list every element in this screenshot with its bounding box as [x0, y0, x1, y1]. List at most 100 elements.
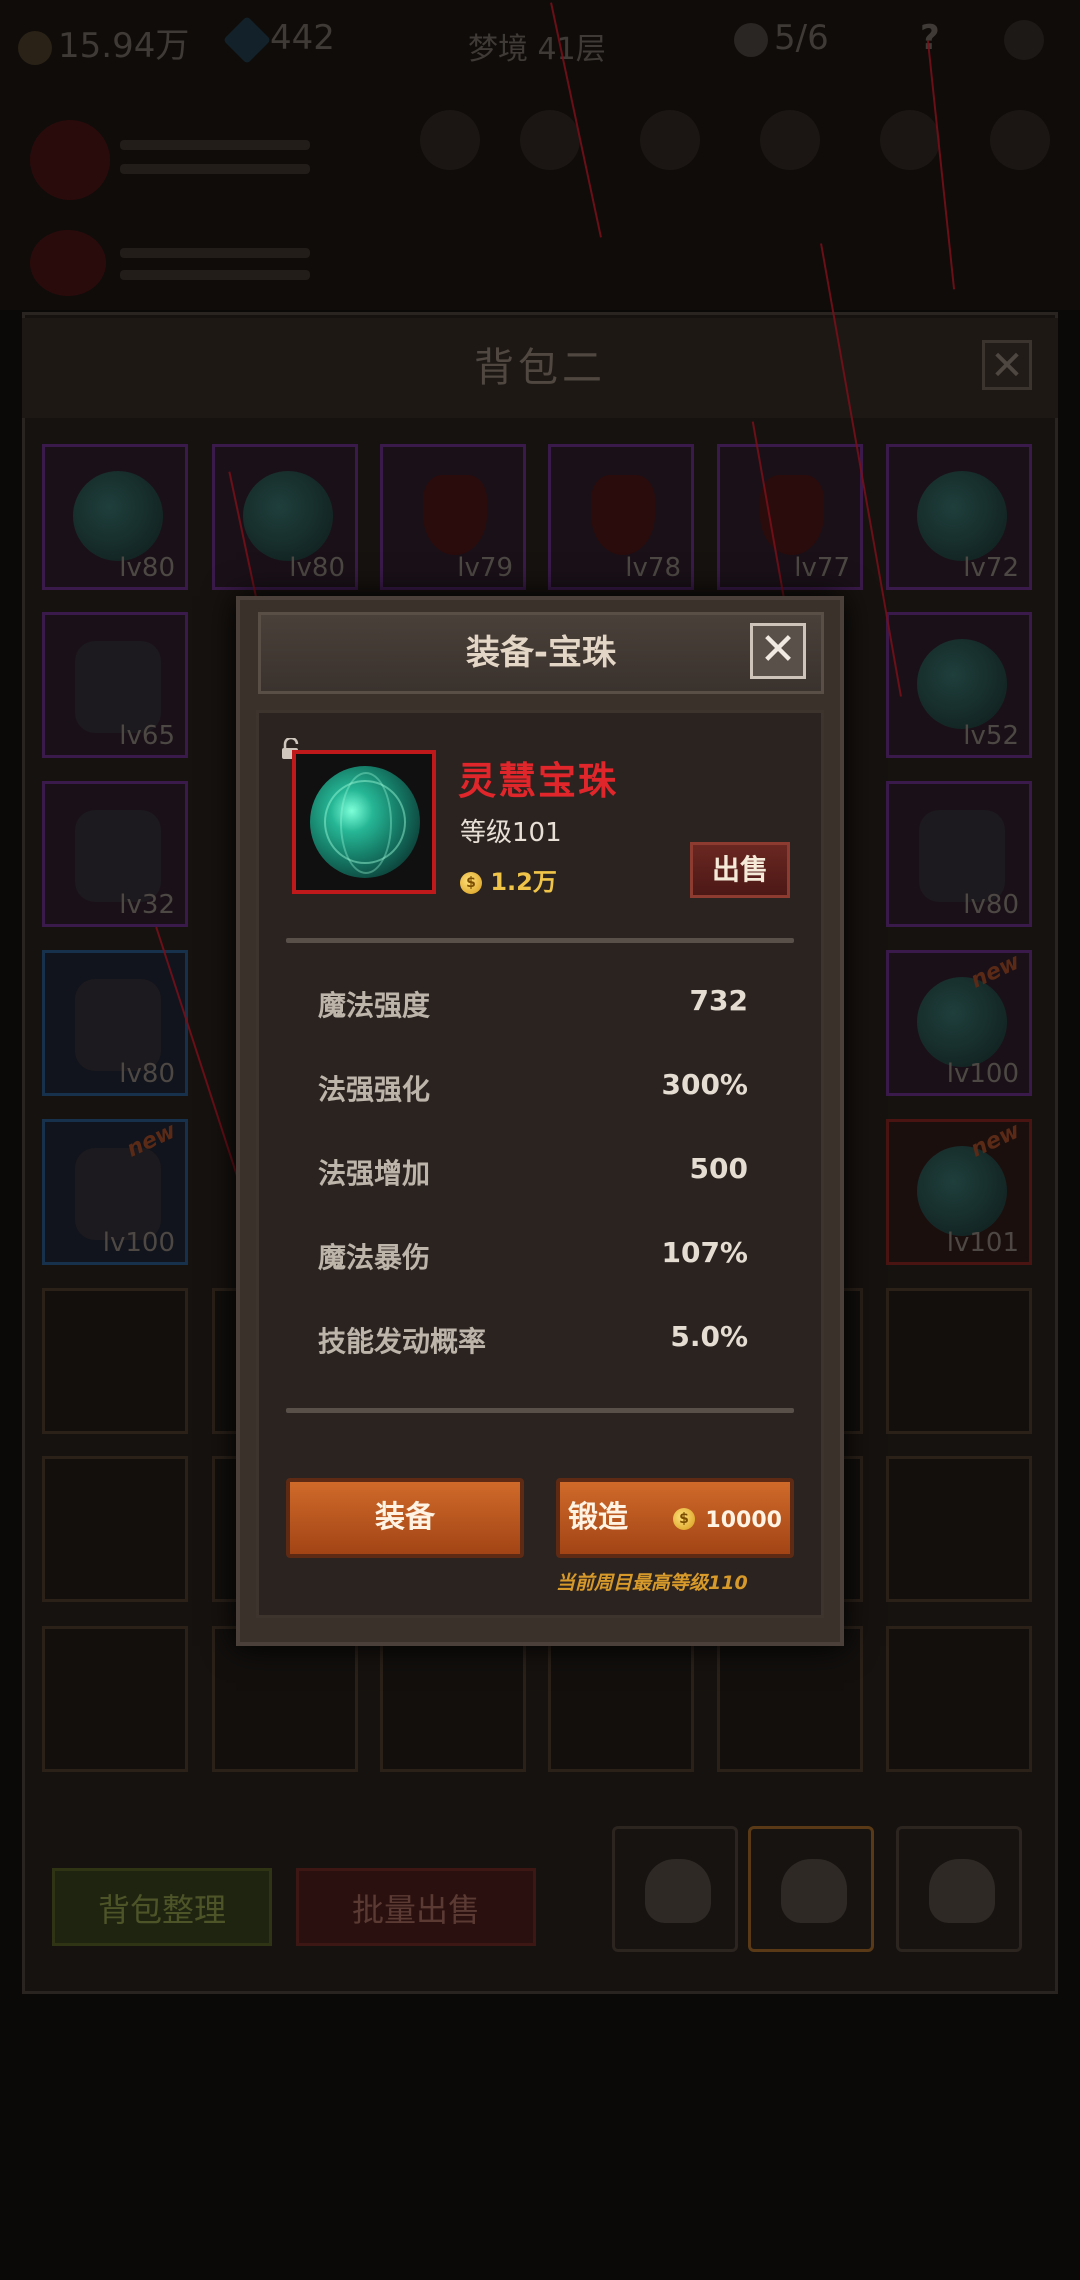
backpack-slot[interactable]: lv77	[717, 444, 863, 590]
backpack-slot[interactable]: lv32	[42, 781, 188, 927]
max-level-note: 当前周目最高等级110	[556, 1572, 748, 1594]
modal-close-button[interactable]: ✕	[750, 623, 806, 679]
empty-slot[interactable]	[548, 1626, 694, 1772]
pet-mp-bar	[120, 270, 310, 280]
backpack-tab-2[interactable]	[748, 1826, 874, 1952]
modal-title: 装备-宝珠	[258, 612, 824, 694]
equip-button[interactable]: 装备	[286, 1478, 524, 1558]
gold-coin-icon	[18, 30, 52, 65]
backpack-slot[interactable]: lv80	[886, 781, 1032, 927]
forge-label: 锻造	[568, 1500, 629, 1535]
stat-label: 法强增加	[318, 1157, 431, 1190]
settings-gear-icon[interactable]	[1004, 20, 1044, 60]
stat-value: 5.0%	[670, 1320, 748, 1353]
mp-bar	[120, 164, 310, 174]
empty-slot[interactable]	[42, 1626, 188, 1772]
gold-counter: 15.94万	[18, 18, 189, 67]
item-portrait	[292, 750, 436, 894]
stat-label: 魔法暴伤	[318, 1241, 431, 1274]
orb-icon	[917, 639, 1007, 729]
orb-icon	[917, 977, 1007, 1067]
backpack-icon	[781, 1859, 847, 1923]
slot-level: lv80	[119, 553, 175, 583]
stat-value: 732	[689, 984, 748, 1017]
slot-level: lv65	[119, 721, 175, 751]
backpack-slot[interactable]: new lv100	[886, 949, 1032, 1096]
backpack-slot[interactable]: lv79	[380, 444, 526, 590]
armor-icon	[919, 810, 1005, 902]
slot-level: lv79	[457, 553, 513, 583]
empty-slot[interactable]	[886, 1626, 1032, 1772]
backpack-icon	[929, 1859, 995, 1923]
empty-slot[interactable]	[380, 1626, 526, 1772]
backpack-tab-1[interactable]	[612, 1826, 738, 1952]
orb-icon	[917, 1146, 1007, 1236]
backpack-tab-3[interactable]	[896, 1826, 1022, 1952]
stat-value: 500	[689, 1152, 748, 1185]
stat-value: 107%	[661, 1236, 748, 1269]
skull-icon	[734, 22, 768, 57]
equip-slot[interactable]	[760, 110, 820, 170]
coin-icon: $	[460, 872, 482, 894]
backpack-slot[interactable]: lv78	[548, 444, 694, 590]
armor-icon	[75, 979, 161, 1071]
new-badge: new	[967, 1118, 1024, 1163]
slot-level: lv100	[946, 1059, 1019, 1089]
empty-slot[interactable]	[212, 1626, 358, 1772]
backpack-slot[interactable]: lv80	[212, 444, 358, 590]
empty-slot[interactable]	[42, 1288, 188, 1434]
backpack-slot[interactable]: lv65	[42, 612, 188, 758]
equip-slot[interactable]	[880, 110, 940, 170]
hero-avatar[interactable]	[30, 120, 110, 200]
backpack-slot[interactable]: new lv101	[886, 1118, 1032, 1265]
forge-button[interactable]: 锻造 $ 10000	[556, 1478, 794, 1558]
coin-icon: $	[672, 1507, 695, 1530]
backpack-slot[interactable]: lv80	[42, 950, 188, 1096]
equip-slot[interactable]	[640, 110, 700, 170]
empty-slot[interactable]	[886, 1288, 1032, 1434]
stat-label: 法强强化	[318, 1073, 431, 1106]
empty-slot[interactable]	[42, 1456, 188, 1602]
armor-icon	[75, 810, 161, 902]
backpack-slot[interactable]: lv80	[42, 444, 188, 590]
sell-button[interactable]: 出售	[690, 842, 790, 898]
slot-level: lv80	[289, 553, 345, 583]
forge-cost: 10000	[705, 1508, 782, 1533]
backpack-slot[interactable]: new lv100	[42, 1118, 188, 1265]
dream-level: 梦境 41层	[468, 32, 606, 67]
armor-icon	[75, 1148, 161, 1240]
orb-icon	[917, 471, 1007, 561]
divider	[286, 938, 794, 943]
item-name: 灵慧宝珠	[458, 759, 619, 803]
stat-label: 技能发动概率	[318, 1325, 487, 1358]
diamond-icon	[222, 15, 272, 64]
slot-level: lv32	[119, 890, 175, 920]
equip-slot[interactable]	[520, 110, 580, 170]
backpack-slot[interactable]: lv72	[886, 444, 1032, 590]
item-price: $ 1.2万	[460, 862, 557, 897]
slot-level: lv72	[963, 553, 1019, 583]
slot-level: lv101	[946, 1228, 1019, 1258]
equip-slot[interactable]	[420, 110, 480, 170]
backpack-icon	[645, 1859, 711, 1923]
slot-level: lv80	[119, 1059, 175, 1089]
slot-level: lv80	[963, 890, 1019, 920]
bulk-sell-button[interactable]: 批量出售	[296, 1868, 536, 1946]
empty-slot[interactable]	[886, 1456, 1032, 1602]
stat-label: 魔法强度	[318, 989, 431, 1022]
hp-bar	[120, 140, 310, 150]
backpack-close-button[interactable]: ✕	[982, 340, 1032, 390]
armor-icon	[75, 641, 161, 733]
sort-backpack-button[interactable]: 背包整理	[52, 1868, 272, 1946]
slot-level: lv100	[102, 1228, 175, 1258]
necklace-icon	[423, 475, 487, 555]
backpack-slot[interactable]: lv52	[886, 612, 1032, 758]
orb-icon	[243, 471, 333, 561]
pet-avatar[interactable]	[30, 230, 106, 296]
equip-slot[interactable]	[990, 110, 1050, 170]
divider	[286, 1408, 794, 1413]
slot-level: lv77	[794, 553, 850, 583]
price-value: 1.2万	[490, 868, 557, 896]
top-hud: 15.94万 442 梦境 41层 5/6 ?	[0, 0, 1080, 310]
empty-slot[interactable]	[717, 1626, 863, 1772]
